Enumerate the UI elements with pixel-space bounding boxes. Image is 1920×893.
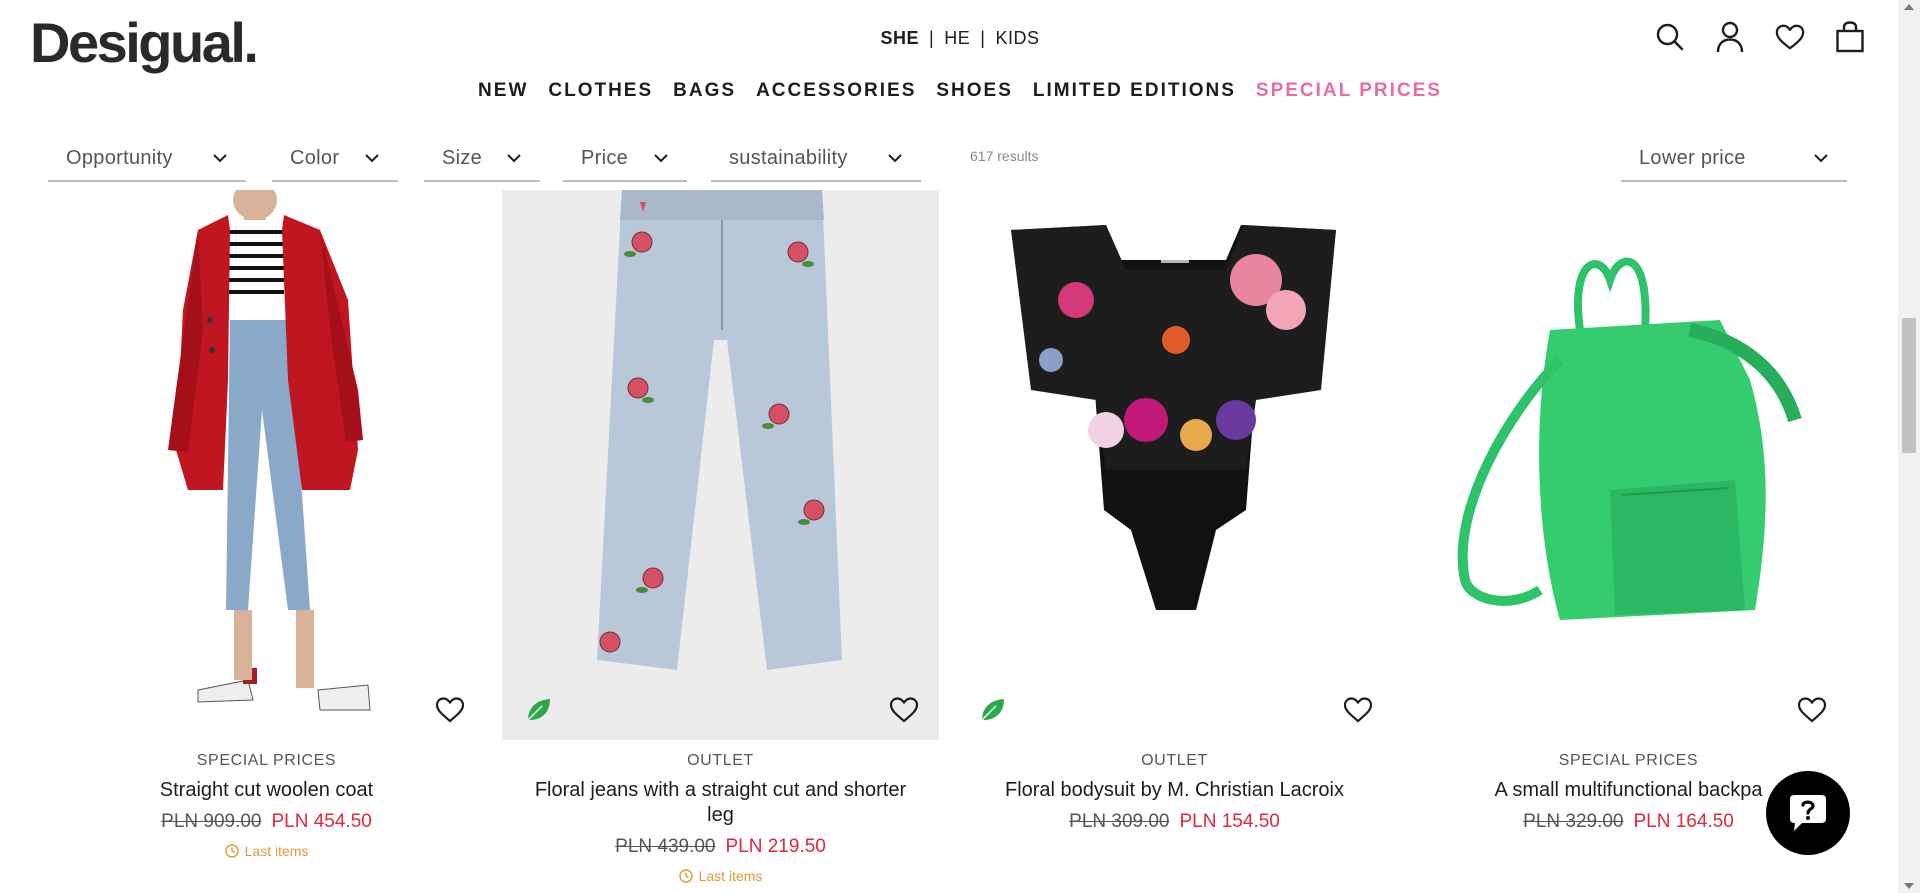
old-price: PLN 329.00: [1523, 811, 1624, 832]
product-name[interactable]: Floral bodysuit by M. Christian Lacroix: [956, 778, 1393, 803]
chevron-down-icon: [213, 154, 227, 163]
gender-he-link[interactable]: HE: [934, 28, 980, 49]
eco-leaf-icon: [527, 699, 550, 721]
nav-bags[interactable]: BAGS: [663, 80, 746, 102]
header-icons: [1655, 20, 1865, 54]
nav-special-prices[interactable]: SPECIAL PRICES: [1246, 80, 1452, 102]
nav-limited-editions[interactable]: LIMITED EDITIONS: [1023, 80, 1246, 102]
gender-nav: SHE | HE | KIDS: [0, 28, 1920, 49]
chat-button[interactable]: [1766, 771, 1850, 855]
chevron-down-icon: [507, 154, 521, 163]
nav-clothes[interactable]: CLOTHES: [538, 80, 663, 102]
last-items-label: Last items: [698, 868, 763, 884]
product-image[interactable]: [48, 190, 485, 740]
search-icon[interactable]: [1655, 20, 1685, 54]
heart-icon[interactable]: [1797, 696, 1827, 724]
product-photo-coat: [168, 190, 371, 711]
product-card[interactable]: OUTLET Floral jeans with a straight cut …: [502, 190, 939, 884]
product-tag: SPECIAL PRICES: [1558, 752, 1699, 769]
filter-label: Size: [442, 146, 483, 169]
scroll-up-arrow[interactable]: [1904, 4, 1914, 10]
nav-shoes[interactable]: SHOES: [926, 80, 1023, 102]
heart-icon[interactable]: [1343, 696, 1373, 724]
main-nav: NEW CLOTHES BAGS ACCESSORIES SHOES LIMIT…: [0, 80, 1920, 102]
product-name[interactable]: Floral jeans with a straight cut and sho…: [502, 778, 939, 828]
chat-question-icon: [1790, 795, 1826, 831]
product-prices: PLN 909.00 PLN 454.50: [48, 811, 485, 833]
gender-kids-link[interactable]: KIDS: [985, 28, 1049, 49]
clock-icon: [678, 869, 693, 883]
heart-icon[interactable]: [1775, 20, 1805, 54]
sort-label: Lower price: [1639, 146, 1746, 169]
old-price: PLN 439.00: [615, 836, 716, 857]
old-price: PLN 909.00: [161, 811, 262, 832]
scroll-down-arrow[interactable]: [1904, 883, 1914, 889]
chevron-down-icon: [365, 154, 379, 163]
sort-select[interactable]: Lower price: [1621, 136, 1847, 182]
filter-label: sustainability: [729, 146, 848, 169]
old-price: PLN 309.00: [1069, 811, 1170, 832]
filter-label: Color: [290, 146, 340, 169]
nav-accessories[interactable]: ACCESSORIES: [746, 80, 926, 102]
chevron-down-icon: [654, 154, 668, 163]
product-photo-bodysuit: [1011, 225, 1336, 610]
product-image[interactable]: [956, 190, 1393, 740]
product-name[interactable]: Straight cut woolen coat: [48, 778, 485, 803]
chevron-down-icon: [888, 154, 902, 163]
filter-sustainability[interactable]: sustainability: [711, 136, 921, 182]
filter-label: Price: [581, 146, 629, 169]
last-items-badge: Last items: [502, 868, 939, 884]
product-photo-jeans: [597, 190, 842, 670]
product-prices: PLN 309.00 PLN 154.50: [956, 811, 1393, 833]
results-count: 617 results: [970, 148, 1039, 164]
chevron-down-icon: [1814, 154, 1828, 163]
scroll-thumb[interactable]: [1902, 318, 1916, 453]
filter-bar: Opportunity Color Size Price sustainabil…: [48, 136, 1848, 184]
eco-leaf-icon: [981, 699, 1004, 721]
filter-color[interactable]: Color: [272, 136, 398, 182]
product-image[interactable]: [1410, 190, 1847, 740]
bag-icon[interactable]: [1835, 20, 1865, 54]
sale-price: PLN 219.50: [725, 836, 826, 857]
filter-opportunity[interactable]: Opportunity: [48, 136, 246, 182]
heart-icon[interactable]: [889, 696, 919, 724]
product-photo-backpack: [1457, 257, 1802, 620]
product-card[interactable]: SPECIAL PRICES A small multifunctional b…: [1410, 190, 1847, 833]
clock-icon: [224, 844, 239, 858]
filter-size[interactable]: Size: [424, 136, 540, 182]
product-prices: PLN 439.00 PLN 219.50: [502, 836, 939, 858]
product-image[interactable]: [502, 190, 939, 740]
nav-new[interactable]: NEW: [468, 80, 538, 102]
filter-price[interactable]: Price: [563, 136, 687, 182]
sale-price: PLN 164.50: [1633, 811, 1734, 832]
sale-price: PLN 154.50: [1179, 811, 1280, 832]
product-card[interactable]: SPECIAL PRICES Straight cut woolen coat …: [48, 190, 485, 859]
sale-price: PLN 454.50: [271, 811, 372, 832]
gender-she-link[interactable]: SHE: [871, 28, 930, 49]
last-items-label: Last items: [244, 843, 309, 859]
heart-icon[interactable]: [435, 696, 465, 724]
product-card[interactable]: OUTLET Floral bodysuit by M. Christian L…: [956, 190, 1393, 833]
last-items-badge: Last items: [48, 843, 485, 859]
page-scrollbar[interactable]: [1898, 0, 1920, 893]
filter-label: Opportunity: [66, 146, 173, 169]
product-tag: OUTLET: [687, 752, 754, 769]
product-tag: SPECIAL PRICES: [196, 752, 337, 769]
product-tag: OUTLET: [1141, 752, 1208, 769]
user-icon[interactable]: [1715, 20, 1745, 54]
